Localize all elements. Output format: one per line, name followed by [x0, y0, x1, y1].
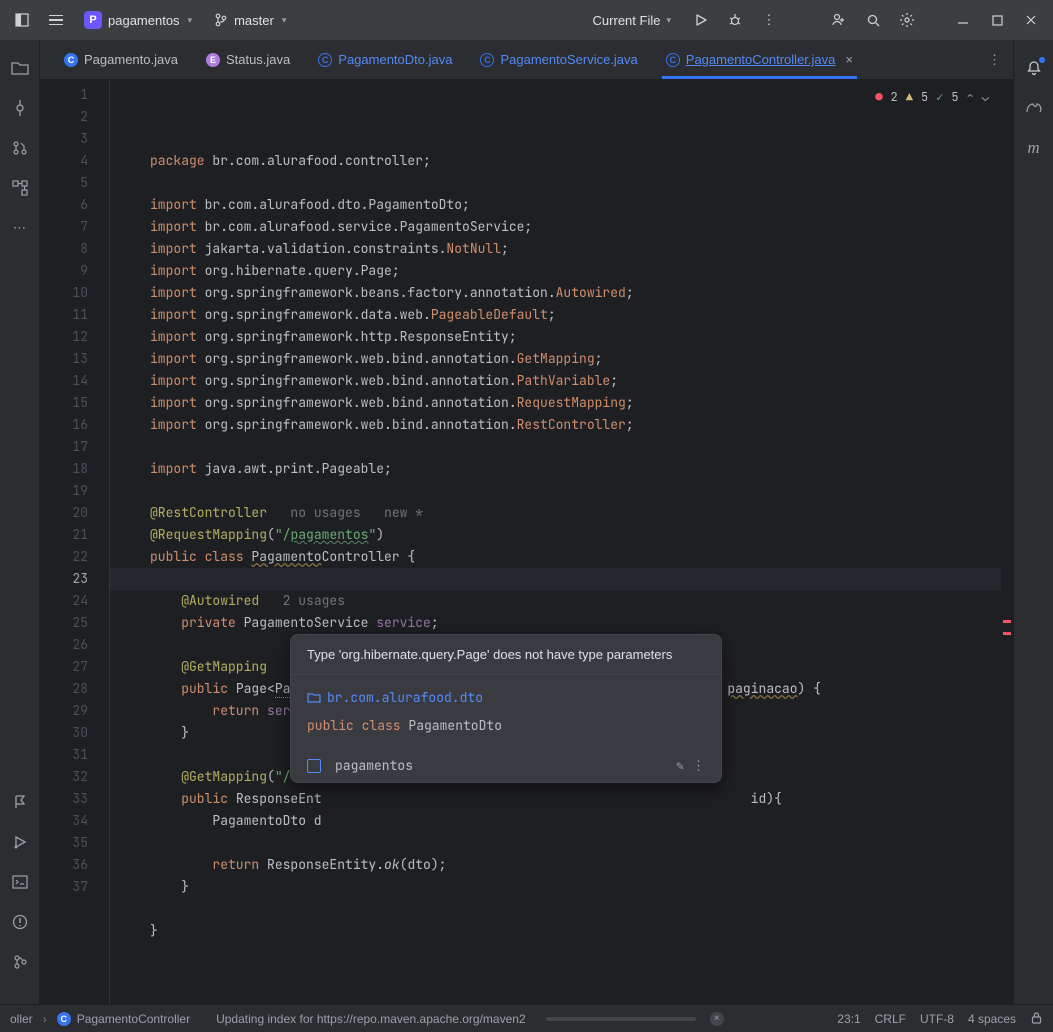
tab-pagamento-controller[interactable]: C PagamentoController.java ×	[652, 40, 867, 79]
tooltip-module: pagamentos	[335, 757, 413, 774]
chevron-down-icon: ▾	[666, 15, 671, 26]
file-encoding[interactable]: UTF-8	[920, 1012, 954, 1026]
class-icon: C	[64, 53, 78, 67]
cancel-task-icon[interactable]: ×	[710, 1012, 724, 1026]
indent-config[interactable]: 4 spaces	[968, 1012, 1016, 1026]
error-count: 2	[891, 86, 898, 108]
error-icon: ●	[875, 86, 882, 108]
project-badge: P	[84, 11, 102, 29]
tooltip-message: Type 'org.hibernate.query.Page' does not…	[291, 635, 721, 675]
class-icon: C	[318, 53, 332, 67]
run-config-label: Current File	[593, 13, 661, 28]
branch-selector[interactable]: master ▾	[206, 9, 294, 32]
background-task[interactable]: Updating index for https://repo.maven.ap…	[216, 1012, 526, 1026]
close-button[interactable]	[1017, 6, 1045, 34]
tab-pagamento-service[interactable]: C PagamentoService.java	[466, 40, 651, 79]
chevron-down-icon: ▾	[282, 15, 287, 26]
ai-assistant-icon[interactable]	[1024, 98, 1044, 118]
chevron-up-icon[interactable]: ⌃	[967, 86, 974, 108]
right-tool-strip: m	[1013, 40, 1053, 1004]
readonly-toggle-icon[interactable]	[1030, 1011, 1043, 1027]
project-selector[interactable]: P pagamentos ▾	[76, 7, 200, 33]
terminal-tool-icon[interactable]	[10, 872, 30, 892]
tab-label: Pagamento.java	[84, 52, 178, 67]
problems-tool-icon[interactable]	[10, 912, 30, 932]
editor-tabs: C Pagamento.java E Status.java C PagamentoD…	[40, 40, 1013, 80]
tabs-more-icon[interactable]: ⋮	[976, 40, 1013, 79]
tab-label: PagamentoController.java	[686, 52, 836, 67]
code-with-me-icon[interactable]	[825, 6, 853, 34]
tab-status[interactable]: E Status.java	[192, 40, 304, 79]
more-tools-icon[interactable]: ⋯	[10, 218, 30, 238]
editor-column: C Pagamento.java E Status.java C PagamentoD…	[40, 40, 1013, 1004]
left-tool-strip: ⋯	[0, 40, 40, 1004]
class-icon: C	[57, 1012, 71, 1026]
maximize-button[interactable]	[983, 6, 1011, 34]
run-config-selector[interactable]: Current File ▾	[583, 13, 681, 28]
minimize-button[interactable]	[949, 6, 977, 34]
breadcrumb[interactable]: oller› C PagamentoController	[10, 1012, 190, 1026]
tooltip-package-link[interactable]: br.com.alurafood.dto	[327, 689, 483, 706]
more-actions-icon[interactable]: ⋮	[755, 6, 783, 34]
run-button[interactable]	[687, 6, 715, 34]
status-bar: oller› C PagamentoController Updating in…	[0, 1004, 1053, 1032]
project-tool-icon[interactable]	[10, 58, 30, 78]
package-icon	[307, 691, 321, 703]
more-icon[interactable]: ⋮	[692, 757, 705, 774]
tab-label: PagamentoDto.java	[338, 52, 452, 67]
weak-count: 5	[951, 86, 958, 108]
hamburger-icon[interactable]	[42, 6, 70, 34]
titlebar: P pagamentos ▾ master ▾ Current File ▾ ⋮	[0, 0, 1053, 40]
line-separator[interactable]: CRLF	[875, 1012, 906, 1026]
pull-requests-icon[interactable]	[10, 138, 30, 158]
chevron-down-icon[interactable]: ⌄	[982, 86, 989, 108]
tab-label: Status.java	[226, 52, 290, 67]
line-gutter: 1234567891011121314151617181920212223242…	[40, 80, 110, 1004]
tab-pagamento[interactable]: C Pagamento.java	[50, 40, 192, 79]
error-tooltip: Type 'org.hibernate.query.Page' does not…	[290, 634, 722, 783]
branch-name: master	[234, 13, 274, 28]
close-icon[interactable]: ×	[845, 52, 853, 67]
branch-icon	[214, 13, 228, 27]
warning-icon: ▲	[906, 86, 913, 108]
module-icon	[307, 759, 321, 773]
commit-tool-icon[interactable]	[10, 98, 30, 118]
error-stripe[interactable]	[1001, 80, 1013, 1004]
search-icon[interactable]	[859, 6, 887, 34]
maven-tool-icon[interactable]: m	[1024, 138, 1044, 158]
edit-icon[interactable]: ✎	[676, 757, 684, 774]
settings-icon[interactable]	[893, 6, 921, 34]
progress-bar	[546, 1017, 696, 1021]
structure-tool-icon[interactable]	[10, 178, 30, 198]
class-icon: C	[480, 53, 494, 67]
vcs-tool-icon[interactable]	[10, 952, 30, 972]
services-tool-icon[interactable]	[10, 832, 30, 852]
chevron-down-icon: ▾	[188, 15, 193, 26]
code-content[interactable]: ●2 ▲5 ✓5 ⌃ ⌄ package br.com.alurafood.co…	[110, 80, 1001, 1004]
tab-label: PagamentoService.java	[500, 52, 637, 67]
caret-position[interactable]: 23:1	[837, 1012, 860, 1026]
enum-icon: E	[206, 53, 220, 67]
main-menu-icon[interactable]	[8, 6, 36, 34]
weak-warning-icon: ✓	[936, 86, 943, 108]
class-icon: C	[666, 53, 680, 67]
debug-button[interactable]	[721, 6, 749, 34]
project-name: pagamentos	[108, 13, 180, 28]
build-tool-icon[interactable]	[10, 792, 30, 812]
warning-count: 5	[921, 86, 928, 108]
tab-pagamento-dto[interactable]: C PagamentoDto.java	[304, 40, 466, 79]
notifications-icon[interactable]	[1024, 58, 1044, 78]
inspection-widget[interactable]: ● 2 ▲ 5 ✓ 5 ⌃ ⌄	[875, 86, 989, 108]
editor-area[interactable]: 1234567891011121314151617181920212223242…	[40, 80, 1013, 1004]
